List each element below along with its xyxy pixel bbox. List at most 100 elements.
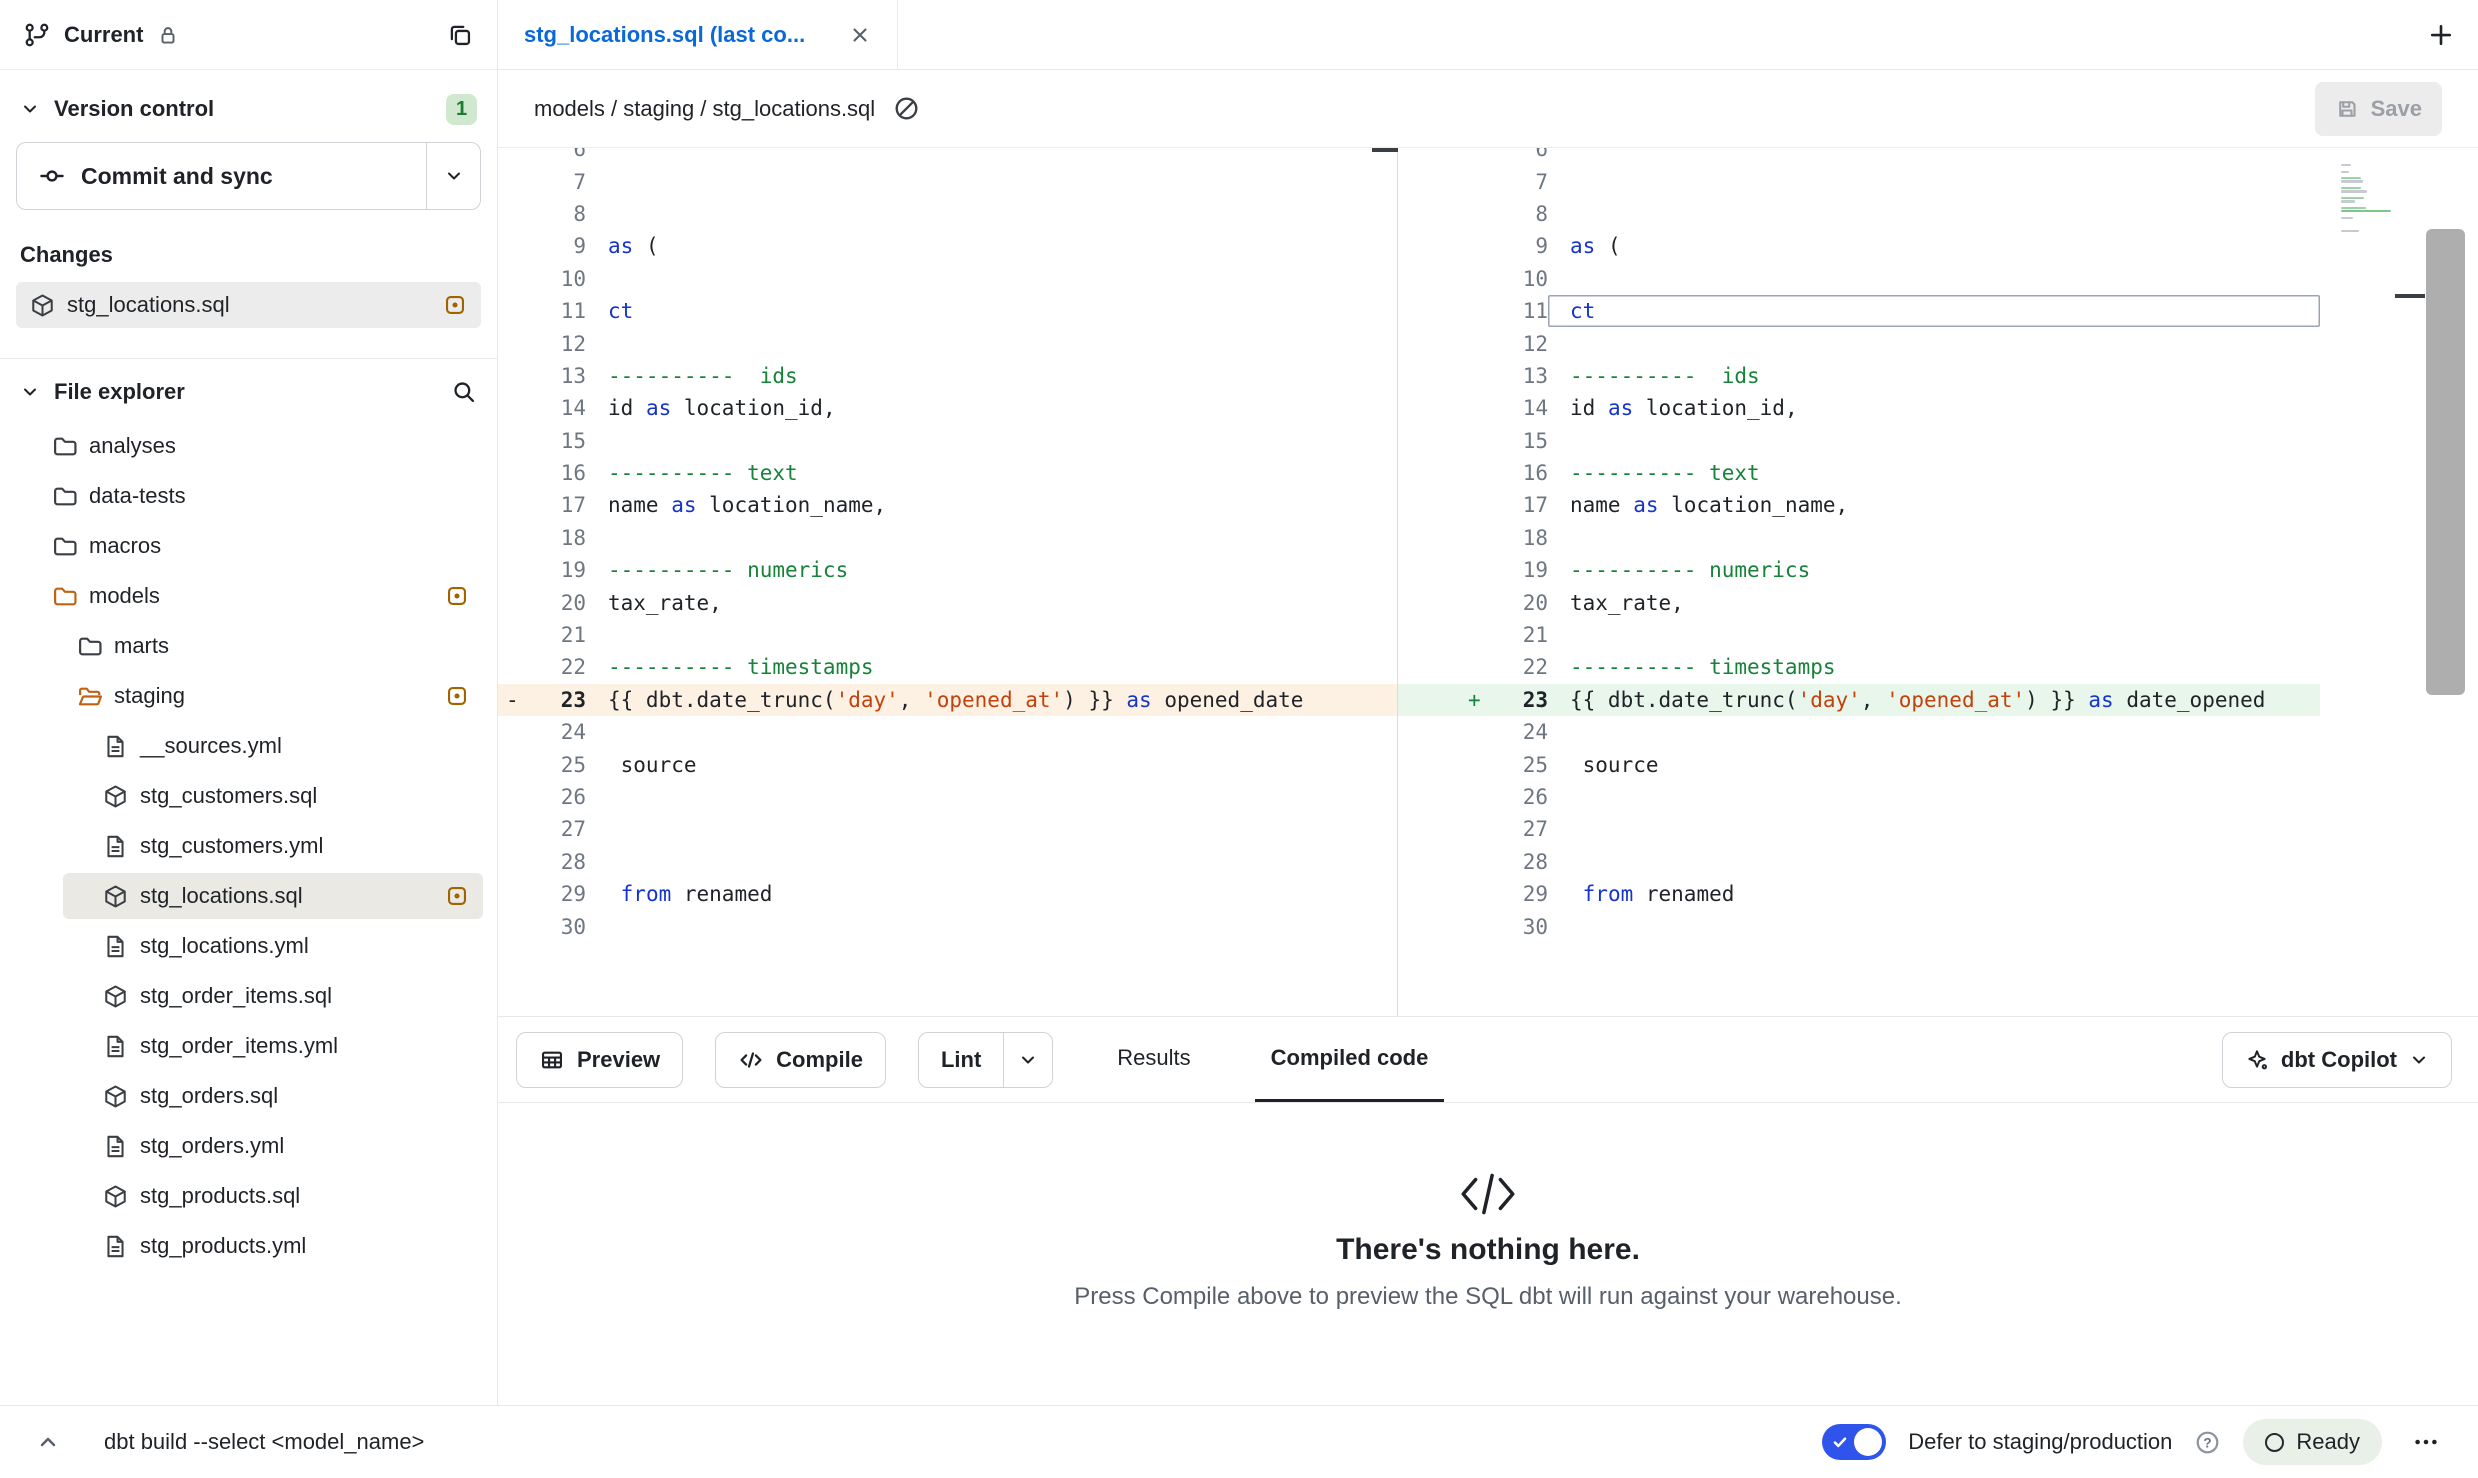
copy-icon[interactable] [447,22,473,48]
code-line-17: 17name as location_name, [1398,489,2320,521]
code-line-11: 11ct [498,295,1397,327]
tree-item-label: staging [114,683,185,709]
code-line-29: 29 from renamed [1398,878,2320,910]
code-icon [738,1047,764,1073]
panel-tab-compiled-code[interactable]: Compiled code [1255,1017,1445,1102]
tree-item-stg_order_items.yml[interactable]: stg_order_items.yml [0,1021,497,1071]
commit-and-sync-button[interactable]: Commit and sync [17,143,426,209]
code-line-7: 7 [1398,165,2320,197]
defer-toggle[interactable] [1822,1424,1886,1460]
tab-stg-locations-sql[interactable]: stg_locations.sql (last co... [498,0,898,69]
line-number: 10 [1490,267,1548,291]
code-line-15: 15 [498,425,1397,457]
code-line-15: 15 [1398,425,2320,457]
diff-pane-modified[interactable]: 6789as (1011ct1213---------- ids14id as … [1398,148,2320,1016]
line-number: 19 [528,558,586,582]
chevron-down-icon [20,99,40,119]
file-icon [103,1234,128,1259]
branch-name: Current [64,22,143,48]
new-tab-button[interactable] [2404,0,2478,69]
close-icon[interactable] [849,24,871,46]
version-control-header[interactable]: Version control 1 [16,86,481,132]
modified-badge-icon [445,884,469,908]
compile-button[interactable]: Compile [715,1032,886,1088]
tree-item-label: stg_orders.sql [140,1083,278,1109]
lint-button[interactable]: Lint [919,1033,1003,1087]
code-line-26: 26 [498,781,1397,813]
diff-editor[interactable]: 6789as (1011ct1213---------- ids14id as … [498,148,2478,1016]
copilot-icon [2245,1048,2269,1072]
file-icon [103,1034,128,1059]
tree-item-stg_locations.sql[interactable]: stg_locations.sql [0,871,497,921]
check-icon [1831,1433,1849,1451]
tree-item-label: stg_customers.yml [140,833,323,859]
code-line-13: 13---------- ids [498,360,1397,392]
line-number: 12 [1490,332,1548,356]
command-input[interactable]: dbt build --select <model_name> [104,1429,424,1455]
code-line-16: 16---------- text [498,457,1397,489]
tree-item-stg_orders.yml[interactable]: stg_orders.yml [0,1121,497,1171]
tree-item-marts[interactable]: marts [0,621,497,671]
modified-badge-icon [445,684,469,708]
compiled-code-empty-state: There's nothing here. Press Compile abov… [498,1103,2478,1405]
tree-item-stg_customers.sql[interactable]: stg_customers.sql [0,771,497,821]
code-line-20: 20tax_rate, [498,586,1397,618]
preview-button[interactable]: Preview [516,1032,683,1088]
tree-item-stg_locations.yml[interactable]: stg_locations.yml [0,921,497,971]
file-icon [103,734,128,759]
tree-item-stg_products.yml[interactable]: stg_products.yml [0,1221,497,1271]
branch-selector[interactable]: Current [0,0,497,70]
overflow-menu-button[interactable] [2404,1422,2448,1462]
line-number: 30 [1490,915,1548,939]
code-line-27: 27 [1398,813,2320,845]
tree-item-stg_orders.sql[interactable]: stg_orders.sql [0,1071,497,1121]
tree-item-staging[interactable]: staging [0,671,497,721]
editor-tabbar: stg_locations.sql (last co... [498,0,2478,70]
code-line-21: 21 [1398,619,2320,651]
line-number: 20 [528,591,586,615]
dbt-copilot-button[interactable]: dbt Copilot [2222,1032,2452,1088]
tree-item-label: stg_products.sql [140,1183,300,1209]
commit-options-button[interactable] [426,143,480,209]
tree-item-stg_products.sql[interactable]: stg_products.sql [0,1171,497,1221]
lint-options-button[interactable] [1003,1033,1052,1087]
code-line-17: 17name as location_name, [498,489,1397,521]
line-number: 21 [528,623,586,647]
changes-count-badge: 1 [446,94,477,125]
ellipsis-icon [2412,1428,2440,1456]
tree-item-stg_customers.yml[interactable]: stg_customers.yml [0,821,497,871]
code-line-13: 13---------- ids [1398,360,2320,392]
code-lines-original: 6789as (1011ct1213---------- ids14id as … [498,148,1397,943]
tree-item-models[interactable]: models [0,571,497,621]
lineage-icon[interactable] [893,95,920,122]
tree-item-analyses[interactable]: analyses [0,421,497,471]
tree-item-__sources.yml[interactable]: __sources.yml [0,721,497,771]
change-item-stg_locations.sql[interactable]: stg_locations.sql [16,282,481,328]
folder-icon [52,434,77,459]
search-icon[interactable] [451,379,477,405]
code-line-27: 27 [498,813,1397,845]
diff-pane-original[interactable]: 6789as (1011ct1213---------- ids14id as … [498,148,1397,1016]
code-line-11: 11ct [1398,295,2320,327]
save-button[interactable]: Save [2315,82,2442,136]
minimap[interactable] [2335,150,2394,254]
line-number: 18 [528,526,586,550]
tree-item-data-tests[interactable]: data-tests [0,471,497,521]
file-explorer-section: File explorer analysesdata-testsmacrosmo… [0,359,497,1405]
editor-scrollbar[interactable] [2426,229,2465,695]
code-line-28: 28 [1398,846,2320,878]
breadcrumb: models / staging / stg_locations.sql [534,96,875,122]
help-icon[interactable]: ? [2194,1429,2221,1456]
status-label: Ready [2296,1429,2360,1455]
collapse-panel-button[interactable] [28,1422,68,1462]
code-line-30: 30 [1398,910,2320,942]
tree-item-label: stg_order_items.yml [140,1033,338,1059]
save-label: Save [2371,96,2422,122]
code-line-24: 24 [498,716,1397,748]
line-number: 7 [528,170,586,194]
tree-item-stg_order_items.sql[interactable]: stg_order_items.sql [0,971,497,1021]
file-explorer-header[interactable]: File explorer [0,369,497,415]
panel-tab-results[interactable]: Results [1101,1017,1206,1102]
tree-item-macros[interactable]: macros [0,521,497,571]
chevron-up-icon [36,1430,60,1454]
